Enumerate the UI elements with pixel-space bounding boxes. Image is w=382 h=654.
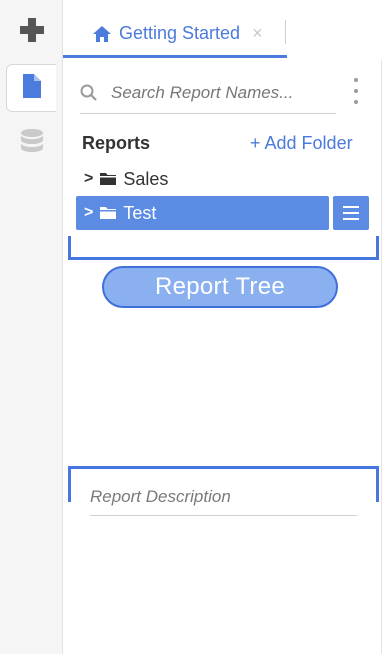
left-icon-rail <box>0 0 63 654</box>
folder-row-test[interactable]: > Test <box>76 196 329 230</box>
add-folder-link[interactable]: + Add Folder <box>250 133 353 154</box>
folder-row-sales[interactable]: > Sales <box>84 166 168 192</box>
plus-icon <box>19 17 44 47</box>
report-tree-callout: Report Tree <box>102 266 338 308</box>
close-icon[interactable]: × <box>252 23 263 44</box>
reports-panel-button[interactable] <box>6 64 56 112</box>
data-sources-button[interactable] <box>0 126 63 162</box>
folder-icon <box>100 173 117 185</box>
chevron-right-icon: > <box>84 204 94 221</box>
search-input[interactable] <box>111 82 321 103</box>
folder-menu-button[interactable] <box>333 196 369 230</box>
tab-label: Getting Started <box>119 23 241 43</box>
home-icon <box>93 25 111 42</box>
more-options-icon[interactable] <box>348 78 364 104</box>
database-icon <box>20 128 44 160</box>
folder-label: Test <box>123 202 157 223</box>
tab-bar: Getting Started × <box>63 0 382 62</box>
report-description-field <box>90 478 357 516</box>
folder-label: Sales <box>123 168 169 189</box>
reports-heading: Reports <box>82 133 151 153</box>
report-tree-bracket <box>68 236 379 260</box>
tab-getting-started[interactable]: Getting Started × <box>63 12 287 58</box>
chevron-right-icon: > <box>84 170 94 187</box>
search-icon <box>80 84 97 101</box>
report-search <box>80 72 336 114</box>
add-button[interactable] <box>0 12 63 52</box>
report-description-input[interactable] <box>90 486 357 507</box>
report-document-icon <box>22 73 41 103</box>
tab-divider <box>285 20 286 44</box>
folder-icon <box>100 207 117 219</box>
